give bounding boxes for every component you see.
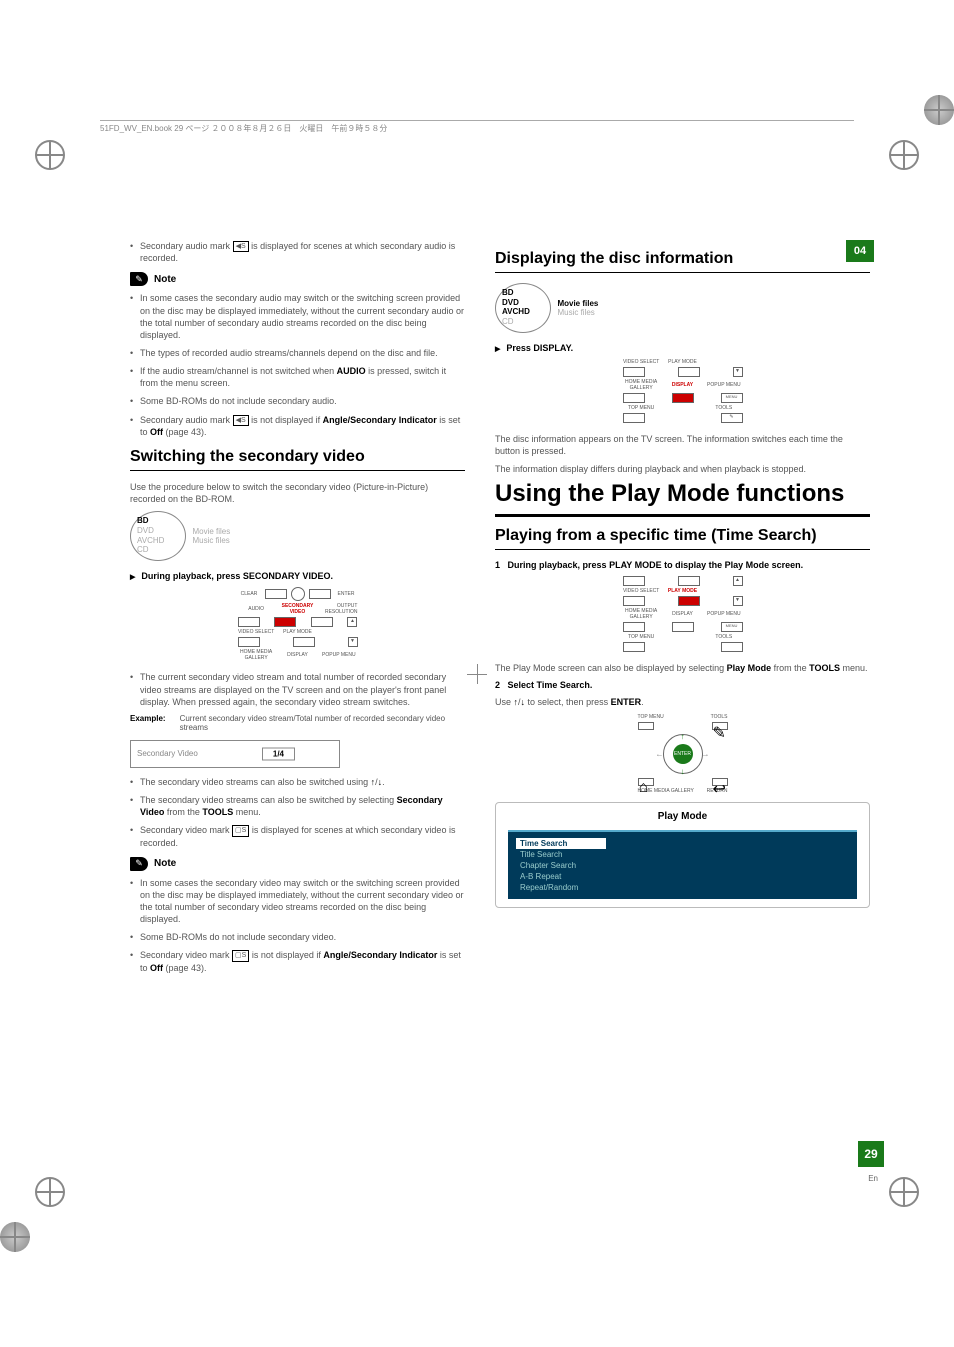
remote-diagram: ▲ VIDEO SELECTPLAY MODE ▼ HOME MEDIAGALL…: [623, 576, 743, 652]
note-list: In some cases the secondary audio may sw…: [130, 292, 465, 438]
playmode-title: Play Mode: [508, 811, 857, 822]
content-area: Secondary audio mark ◀S is displayed for…: [130, 240, 894, 980]
current-video-bullet: The current secondary video stream and t…: [130, 671, 465, 707]
note-label: Note: [154, 858, 176, 869]
remote-diagram: CLEARENTER AUDIOSECONDARYVIDEOOUTPUTRESO…: [238, 587, 358, 661]
note-label: Note: [154, 274, 176, 285]
after-bullets: The secondary video streams can also be …: [130, 776, 465, 849]
source-file-header: 51FD_WV_EN.book 29 ページ ２００８年８月２６日 火曜日 午前…: [100, 120, 854, 134]
disc-pill: BD DVD AVCHD CD: [495, 283, 551, 333]
heading-switching-secondary-video: Switching the secondary video: [130, 448, 465, 466]
video-mark-icon: ▢S: [232, 950, 249, 961]
example-row: Example: Current secondary video stream/…: [130, 714, 465, 732]
note-icon: ✎: [130, 272, 148, 286]
menu-item: A-B Repeat: [516, 871, 849, 882]
step-press-display: Press DISPLAY.: [495, 343, 870, 353]
after-remote-text: The Play Mode screen can also be display…: [495, 662, 870, 674]
video-mark-icon: ▢S: [232, 825, 249, 836]
list-item: In some cases the secondary audio may sw…: [130, 292, 465, 341]
list-item: If the audio stream/channel is not switc…: [130, 365, 465, 389]
list-item: Secondary audio mark ◀S is not displayed…: [130, 414, 465, 438]
audio-mark-icon: ◀S: [233, 415, 249, 426]
list-item: The current secondary video stream and t…: [130, 671, 465, 707]
rule: [495, 549, 870, 550]
registration-mark: [35, 140, 65, 170]
down-arrow-icon: ↓: [681, 767, 685, 776]
list-item: Some BD-ROMs do not include secondary vi…: [130, 931, 465, 943]
note2-list: In some cases the secondary video may sw…: [130, 877, 465, 974]
page-number: 29: [858, 1141, 884, 1167]
secondary-video-box: Secondary Video 1/4: [130, 740, 340, 768]
chapter-tab: 04: [846, 240, 874, 262]
list-item: Secondary audio mark ◀S is displayed for…: [130, 240, 465, 264]
dpad-diagram: TOP MENU TOOLS ✎ ENTER ↑ ↓ ← → HOME MEDI…: [638, 714, 728, 794]
left-arrow-icon: ←: [656, 750, 664, 759]
corner-mark: [0, 1222, 30, 1252]
step-1: 1 During playback, press PLAY MODE to di…: [495, 560, 870, 570]
rule-heavy: [495, 514, 870, 517]
secondary-video-value: 1/4: [262, 747, 295, 760]
list-item: In some cases the secondary video may sw…: [130, 877, 465, 926]
enter-button: ENTER: [673, 744, 693, 764]
disc-pill: BD DVD AVCHD CD: [130, 511, 186, 561]
list-item: Secondary video mark ▢S is not displayed…: [130, 949, 465, 973]
note-header: ✎ Note: [130, 857, 465, 871]
file-types: Movie files Music files: [557, 299, 598, 317]
header-text: 51FD_WV_EN.book 29 ページ ２００８年８月２６日 火曜日 午前…: [100, 124, 387, 133]
menu-item: Repeat/Random: [516, 882, 849, 893]
switch-description: Use the procedure below to switch the se…: [130, 481, 465, 505]
registration-mark: [35, 1177, 65, 1207]
heading-time-search: Playing from a specific time (Time Searc…: [495, 527, 870, 545]
disc-info-text: The disc information appears on the TV s…: [495, 433, 870, 457]
rule: [130, 470, 465, 471]
disc-info-text: The information display differs during p…: [495, 463, 870, 475]
step-2: 2 Select Time Search.: [495, 680, 870, 690]
registration-mark: [889, 1177, 919, 1207]
list-item: The secondary video streams can also be …: [130, 794, 465, 818]
example-desc: Current secondary video stream/Total num…: [180, 714, 465, 732]
menu-item: Chapter Search: [516, 860, 849, 871]
remote-diagram: VIDEO SELECTPLAY MODE ▼ HOME MEDIAGALLER…: [623, 359, 743, 423]
list-item: The types of recorded audio streams/chan…: [130, 347, 465, 359]
menu-item: Title Search: [516, 849, 849, 860]
disc-compatibility: BD DVD AVCHD CD Movie files Music files: [130, 511, 465, 561]
secondary-video-label: Secondary Video: [137, 749, 198, 758]
page-language: En: [868, 1174, 878, 1183]
playmode-panel: Play Mode Time Search Title Search Chapt…: [495, 802, 870, 908]
note-icon: ✎: [130, 857, 148, 871]
heading-displaying-disc-info: Displaying the disc information: [495, 250, 870, 268]
disc-compatibility: BD DVD AVCHD CD Movie files Music files: [495, 283, 870, 333]
list-item: Secondary video mark ▢S is displayed for…: [130, 824, 465, 848]
menu-item-selected: Time Search: [516, 838, 606, 849]
heading-using-play-mode: Using the Play Mode functions: [495, 481, 870, 507]
intro-bullets: Secondary audio mark ◀S is displayed for…: [130, 240, 465, 264]
example-label: Example:: [130, 714, 166, 732]
audio-mark-icon: ◀S: [233, 241, 249, 252]
list-item: The secondary video streams can also be …: [130, 776, 465, 788]
note-header: ✎ Note: [130, 272, 465, 286]
playmode-menu: Time Search Title Search Chapter Search …: [508, 830, 857, 899]
file-types: Movie files Music files: [192, 527, 230, 545]
registration-mark: [889, 140, 919, 170]
step-playback: During playback, press SECONDARY VIDEO.: [130, 571, 465, 581]
right-column: 04 Displaying the disc information BD DV…: [495, 240, 870, 980]
right-arrow-icon: →: [702, 750, 710, 759]
step-2-desc: Use ↑/↓ to select, then press ENTER.: [495, 696, 870, 708]
rule: [495, 272, 870, 273]
left-column: Secondary audio mark ◀S is displayed for…: [130, 240, 465, 980]
corner-mark: [924, 95, 954, 125]
up-arrow-icon: ↑: [681, 732, 685, 741]
list-item: Some BD-ROMs do not include secondary au…: [130, 395, 465, 407]
